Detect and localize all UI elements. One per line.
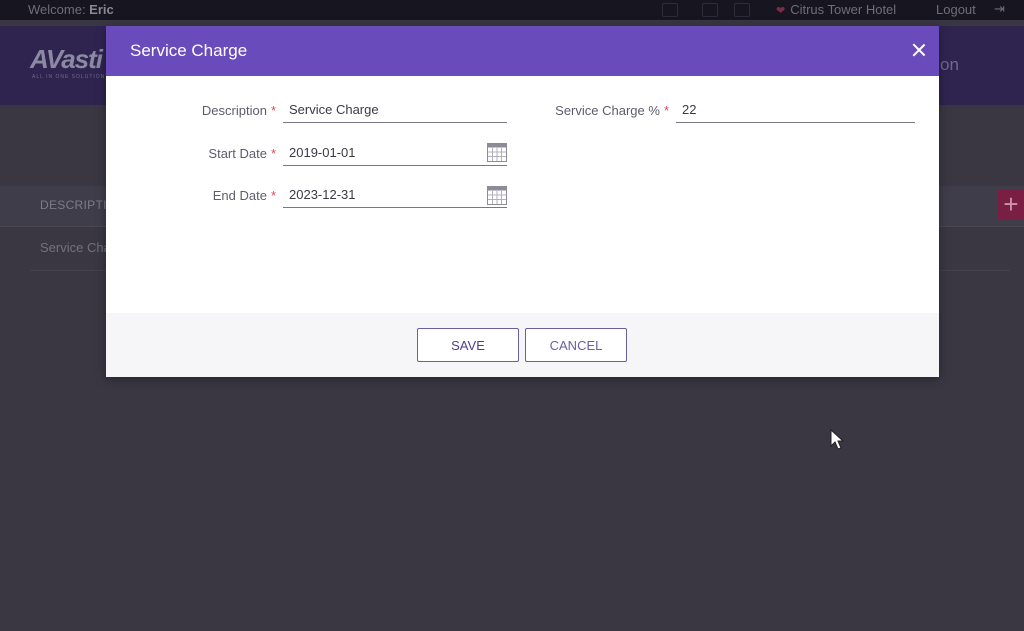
service-charge-dialog: Service Charge Description* Start Date* … (106, 26, 939, 377)
dialog-title: Service Charge (130, 41, 248, 60)
logout-link[interactable]: Logout (936, 2, 976, 17)
start-date-label: Start Date * (208, 146, 276, 161)
user-name: Eric (89, 2, 114, 17)
header-page-title: on (940, 55, 959, 74)
table-cell-description: Service Cha (40, 240, 111, 255)
service-charge-pct-label: Service Charge % * (555, 103, 669, 118)
dialog-footer: SAVE CANCEL (106, 313, 939, 377)
logo: AVasti (30, 44, 103, 74)
logo-subtitle: ALL IN ONE SOLUTION (32, 74, 106, 80)
welcome-text: Welcome: Eric (28, 2, 114, 17)
description-label: Description * (201, 103, 276, 118)
toolbar-icon-1[interactable] (662, 3, 678, 17)
column-header-description[interactable]: DESCRIPTIO (40, 198, 116, 212)
toolbar-icon-2[interactable] (702, 3, 718, 17)
end-date-input[interactable] (283, 182, 507, 208)
calendar-icon[interactable] (487, 143, 507, 162)
start-date-input[interactable] (283, 140, 507, 166)
required-marker: * (270, 103, 276, 118)
add-button[interactable]: + (998, 190, 1024, 220)
required-marker: * (663, 103, 669, 118)
required-marker: * (270, 146, 276, 161)
end-date-label: End Date * (212, 188, 276, 203)
service-charge-pct-input[interactable] (676, 97, 915, 123)
close-icon[interactable] (907, 39, 931, 63)
required-marker: * (270, 188, 276, 203)
description-input[interactable] (283, 97, 507, 123)
top-bar: Welcome: Eric ❤ Citrus Tower Hotel Logout… (0, 0, 1024, 20)
cancel-button[interactable]: CANCEL (525, 328, 627, 362)
calendar-icon[interactable] (487, 186, 507, 205)
mouse-pointer-icon (830, 429, 845, 450)
save-button[interactable]: SAVE (417, 328, 519, 362)
hotel-selector[interactable]: ❤ Citrus Tower Hotel (776, 2, 896, 17)
dialog-header: Service Charge (106, 26, 939, 76)
heart-icon: ❤ (776, 5, 786, 17)
toolbar-icon-3[interactable] (734, 3, 750, 17)
logout-icon[interactable]: ⇥ (994, 1, 1005, 17)
